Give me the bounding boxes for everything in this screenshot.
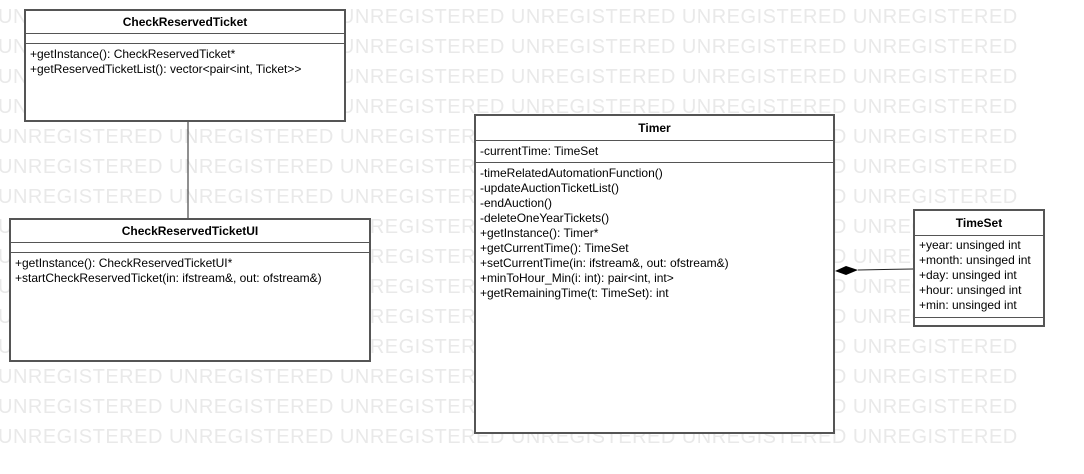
operation: +minToHour_Min(i: int): pair<int, int> bbox=[480, 271, 674, 285]
class-name: CheckReservedTicketUI bbox=[11, 220, 369, 243]
composition-diamond bbox=[835, 266, 858, 275]
attribute: +hour: unsinged int bbox=[919, 283, 1022, 297]
operation: -deleteOneYearTickets() bbox=[480, 211, 610, 225]
class-name: Timer bbox=[476, 116, 833, 141]
attribute: +month: unsinged int bbox=[919, 253, 1031, 267]
operation: +getInstance(): CheckReservedTicketUI* bbox=[15, 256, 233, 270]
class-check-reserved-ticket-ui[interactable]: CheckReservedTicketUI +getInstance(): Ch… bbox=[9, 218, 371, 362]
class-name: CheckReservedTicket bbox=[26, 11, 344, 34]
operations-compartment: +getInstance(): CheckReservedTicketUI* +… bbox=[11, 253, 369, 289]
attribute: +year: unsinged int bbox=[919, 238, 1021, 252]
operation: +getInstance(): CheckReservedTicket* bbox=[30, 47, 236, 61]
operation: +getRemainingTime(t: TimeSet): int bbox=[480, 286, 669, 300]
attribute: +min: unsinged int bbox=[919, 298, 1017, 312]
operation: -timeRelatedAutomationFunction() bbox=[480, 166, 663, 180]
operation: +getReservedTicketList(): vector<pair<in… bbox=[30, 62, 302, 76]
operation: +getCurrentTime(): TimeSet bbox=[480, 241, 629, 255]
attribute: +day: unsinged int bbox=[919, 268, 1017, 282]
operation: -endAuction() bbox=[480, 196, 553, 210]
class-timer[interactable]: Timer -currentTime: TimeSet -timeRelated… bbox=[474, 114, 835, 434]
attribute: -currentTime: TimeSet bbox=[480, 144, 599, 158]
class-time-set[interactable]: TimeSet +year: unsinged int +month: unsi… bbox=[913, 209, 1045, 327]
operation: +getInstance(): Timer* bbox=[480, 226, 599, 240]
operations-compartment: -timeRelatedAutomationFunction() -update… bbox=[476, 163, 833, 304]
class-check-reserved-ticket[interactable]: CheckReservedTicket +getInstance(): Chec… bbox=[24, 9, 346, 122]
composition-line[interactable] bbox=[857, 268, 914, 271]
attributes-compartment: -currentTime: TimeSet bbox=[476, 141, 833, 163]
class-name: TimeSet bbox=[915, 211, 1043, 236]
attributes-compartment: +year: unsinged int +month: unsinged int… bbox=[915, 236, 1043, 318]
operation: +startCheckReservedTicket(in: ifstream&,… bbox=[15, 271, 322, 285]
operation: +setCurrentTime(in: ifstream&, out: ofst… bbox=[480, 256, 729, 270]
attributes-compartment bbox=[11, 243, 369, 253]
operation: -updateAuctionTicketList() bbox=[480, 181, 619, 195]
attributes-compartment bbox=[26, 34, 344, 44]
operations-compartment: +getInstance(): CheckReservedTicket* +ge… bbox=[26, 44, 344, 80]
